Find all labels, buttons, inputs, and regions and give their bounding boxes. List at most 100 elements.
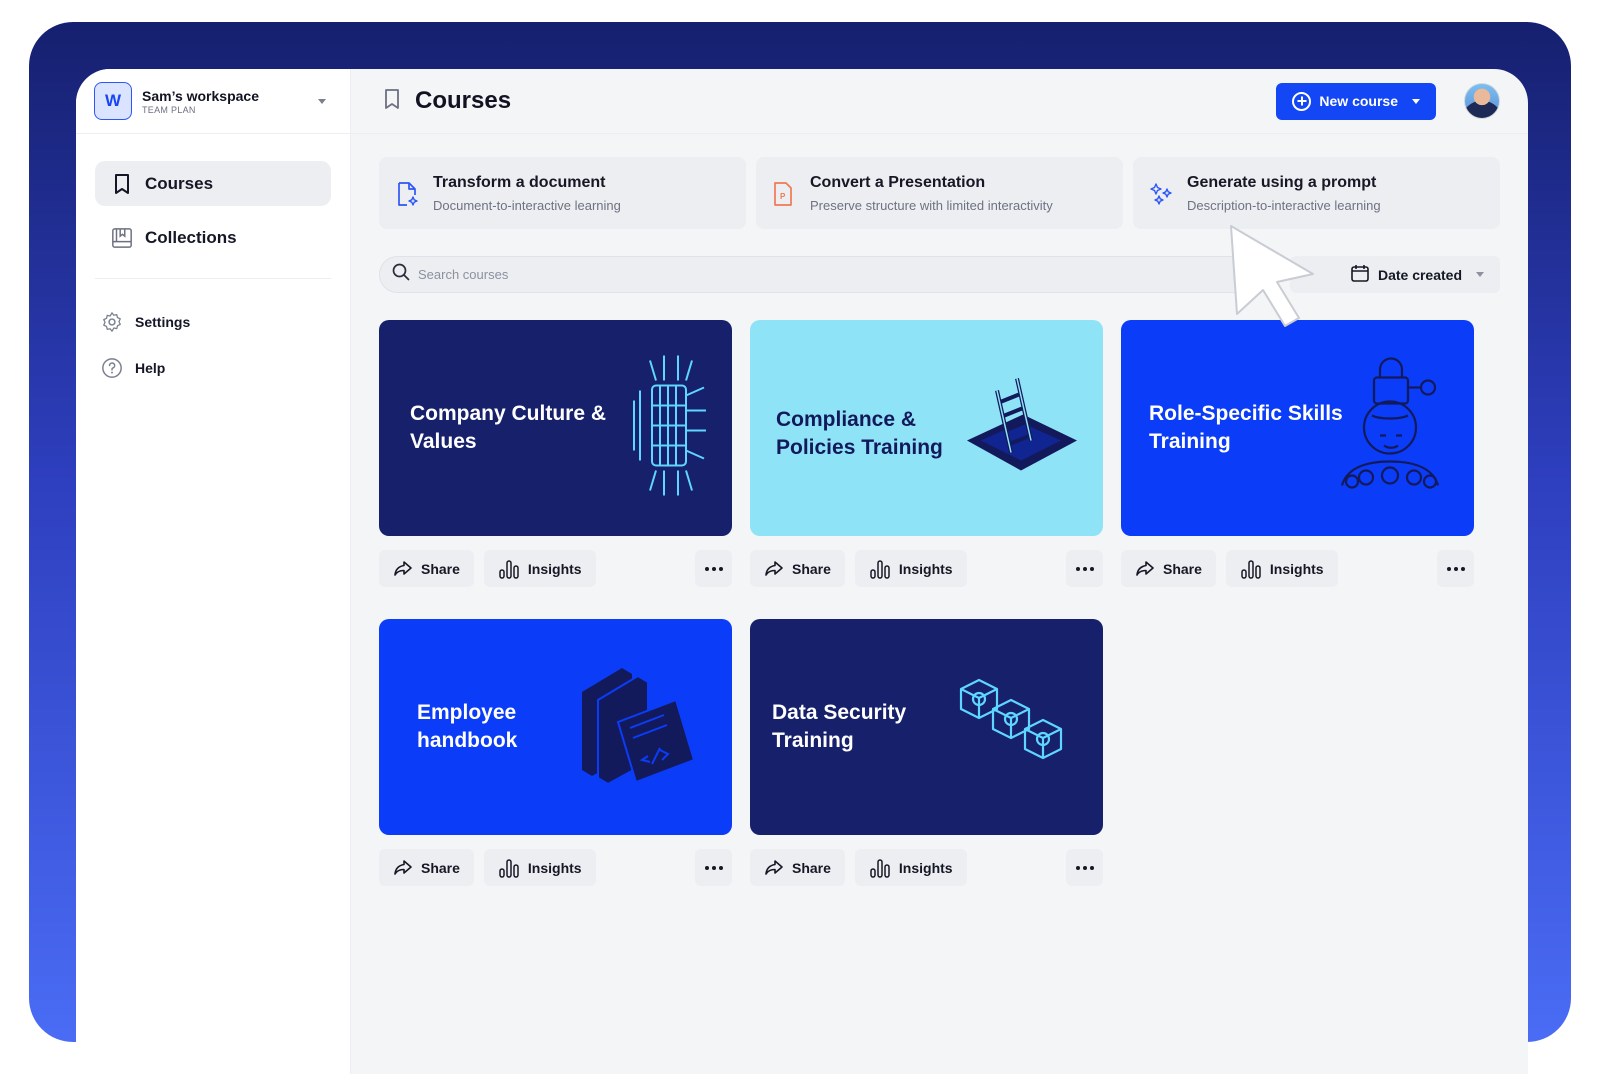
more-options-button[interactable] [1437,550,1474,587]
search-icon [392,263,410,286]
bar-chart-icon [869,559,891,579]
dot [1082,566,1087,571]
main-content: Courses New course Transform a document … [351,69,1528,1074]
presentation-file-icon: P [772,181,796,206]
course-thumbnail[interactable]: Compliance & Policies Training [750,320,1103,536]
card-actions: Share Insights [1121,550,1474,587]
sidebar-divider [95,278,331,279]
course-thumbnail[interactable]: Role-Specific Skills Training [1121,320,1474,536]
cubes-icon [957,677,1067,777]
transform-document-card[interactable]: Transform a document Document-to-interac… [379,157,746,229]
bookmark-icon [383,88,401,115]
sidebar: W Sam’s workspace TEAM PLAN Courses Coll… [76,69,351,1074]
dot [1082,865,1087,870]
search-bar [379,256,1262,293]
dot [1460,566,1465,571]
share-button[interactable]: Share [1121,550,1216,587]
dot [711,566,716,571]
insights-button[interactable]: Insights [483,849,596,886]
ladder-icon [961,371,1081,486]
sidebar-item-label: Courses [145,173,214,193]
card-actions: Share Insights [750,550,1103,587]
insights-button[interactable]: Insights [1225,550,1338,587]
course-thumbnail[interactable]: Company Culture & Values [379,320,732,536]
new-course-label: New course [1319,93,1398,109]
action-title: Generate using a prompt [1187,173,1377,191]
course-thumbnail[interactable]: Data Security Training [750,619,1103,835]
share-icon [393,859,413,877]
share-button[interactable]: Share [379,550,474,587]
course-thumbnail[interactable]: Employee handbook [379,619,732,835]
action-title: Transform a document [433,173,606,191]
generate-prompt-card[interactable]: Generate using a prompt Description-to-i… [1133,157,1500,229]
dot [1453,566,1458,571]
dot [1089,566,1094,571]
course-card: Employee handbook Share Insights [379,619,732,886]
sort-label: Date created [1377,266,1462,283]
share-icon [393,560,413,578]
insights-button[interactable]: Insights [483,550,596,587]
gear-icon [101,311,123,333]
share-label: Share [792,560,831,577]
insights-label: Insights [898,859,953,876]
card-actions: Share Insights [379,849,732,886]
insights-button[interactable]: Insights [854,550,967,587]
action-title: Convert a Presentation [810,173,986,191]
dot [1075,865,1080,870]
course-title: Company Culture & Values [410,402,607,453]
sidebar-item-collections[interactable]: Collections [95,215,331,260]
more-options-button[interactable] [695,849,732,886]
dot [718,566,723,571]
search-input[interactable] [418,267,1249,282]
share-label: Share [421,560,460,577]
more-options-button[interactable] [1066,550,1103,587]
action-desc: Document-to-interactive learning [433,197,621,213]
bar-chart-icon [498,858,520,878]
action-desc: Description-to-interactive learning [1187,197,1381,213]
sidebar-item-settings[interactable]: Settings [95,301,331,343]
insights-label: Insights [527,560,582,577]
sidebar-nav: Courses Collections [76,134,350,260]
svg-text:P: P [780,192,786,201]
share-button[interactable]: Share [750,550,845,587]
workspace-switcher[interactable]: W Sam’s workspace TEAM PLAN [76,69,350,134]
insights-label: Insights [898,560,953,577]
workspace-badge: W [94,82,132,120]
course-card: Data Security Training Share Insights [750,619,1103,886]
action-text: Convert a Presentation Preserve structur… [810,174,1053,213]
dot [704,865,709,870]
sidebar-item-label: Help [135,360,166,376]
new-course-button[interactable]: New course [1276,82,1436,120]
card-actions: Share Insights [750,849,1103,886]
app-window: W Sam’s workspace TEAM PLAN Courses Coll… [76,69,1528,1074]
convert-presentation-card[interactable]: P Convert a Presentation Preserve struct… [756,157,1123,229]
dot [718,865,723,870]
action-text: Transform a document Document-to-interac… [433,174,621,213]
search-row: Date created [351,229,1528,293]
bar-chart-icon [498,559,520,579]
more-options-button[interactable] [695,550,732,587]
mouse-cursor-icon [1225,222,1325,337]
insights-button[interactable]: Insights [854,849,967,886]
share-button[interactable]: Share [750,849,845,886]
sidebar-item-label: Settings [135,314,191,330]
piano-icon [630,351,710,506]
workspace-plan: TEAM PLAN [142,104,196,115]
head-lock-icon [1332,356,1452,501]
course-card: Role-Specific Skills Training Share Insi… [1121,320,1474,587]
dot [1446,566,1451,571]
calendar-icon [1350,263,1370,286]
sidebar-item-courses[interactable]: Courses [95,161,331,206]
workspace-name: Sam’s workspace [142,87,259,104]
course-card: Compliance & Policies Training Share Ins… [750,320,1103,587]
more-options-button[interactable] [1066,849,1103,886]
page-title: Courses [415,87,512,114]
plus-circle-icon [1292,91,1312,111]
course-title: Compliance & Policies Training [776,408,943,460]
chevron-down-icon [1476,272,1484,277]
workspace-text: Sam’s workspace TEAM PLAN [142,88,318,115]
sidebar-item-help[interactable]: Help [95,347,331,389]
share-button[interactable]: Share [379,849,474,886]
bar-chart-icon [1240,559,1262,579]
avatar[interactable] [1464,83,1500,119]
